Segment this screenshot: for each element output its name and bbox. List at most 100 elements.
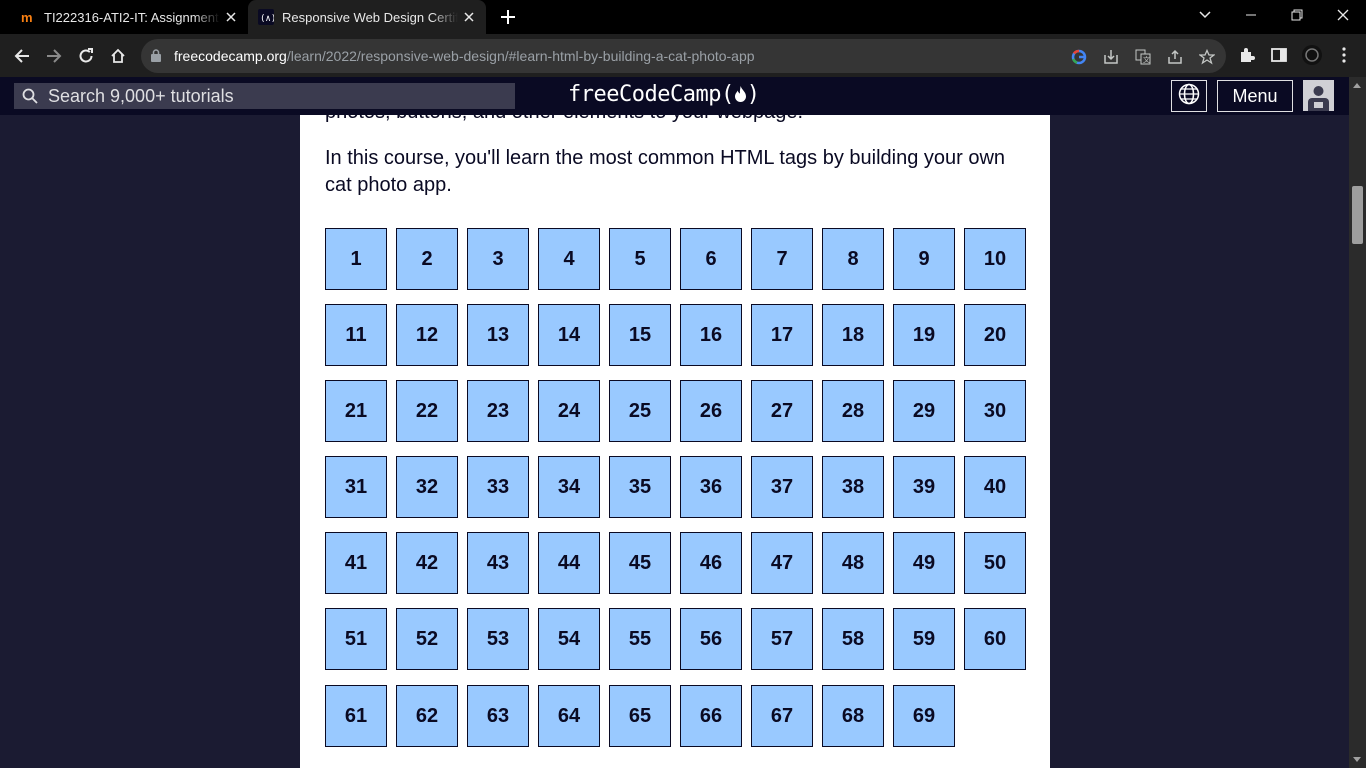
step-button[interactable]: 14 [538,304,600,366]
step-button[interactable]: 65 [609,685,671,747]
browser-menu-icon[interactable] [1332,43,1356,67]
search-bar[interactable]: Search 9,000+ tutorials [14,83,515,109]
step-button[interactable]: 6 [680,228,742,290]
step-button[interactable]: 31 [325,456,387,518]
bookmark-star-icon[interactable] [1197,47,1217,67]
step-button[interactable]: 61 [325,685,387,747]
step-button[interactable]: 22 [396,380,458,442]
step-button[interactable]: 11 [325,304,387,366]
step-button[interactable]: 8 [822,228,884,290]
step-button[interactable]: 33 [467,456,529,518]
step-button[interactable]: 29 [893,380,955,442]
step-button[interactable]: 49 [893,532,955,594]
extensions-puzzle-icon[interactable] [1235,43,1259,67]
step-button[interactable]: 28 [822,380,884,442]
step-button[interactable]: 54 [538,608,600,670]
vertical-scrollbar[interactable] [1349,77,1366,768]
step-button[interactable]: 48 [822,532,884,594]
step-button[interactable]: 64 [538,685,600,747]
step-button[interactable]: 58 [822,608,884,670]
freecodecamp-logo[interactable]: freeCodeCamp() [568,82,760,107]
install-app-icon[interactable] [1101,47,1121,67]
search-input[interactable]: Search 9,000+ tutorials [48,86,234,107]
step-button[interactable]: 41 [325,532,387,594]
step-button[interactable]: 40 [964,456,1026,518]
step-button[interactable]: 37 [751,456,813,518]
close-window-button[interactable] [1320,0,1366,30]
step-button[interactable]: 5 [609,228,671,290]
step-button[interactable]: 18 [822,304,884,366]
translate-icon[interactable]: 文 [1133,47,1153,67]
step-button[interactable]: 17 [751,304,813,366]
step-button[interactable]: 16 [680,304,742,366]
step-button[interactable]: 36 [680,456,742,518]
step-button[interactable]: 45 [609,532,671,594]
side-panel-icon[interactable] [1267,43,1291,67]
step-button[interactable]: 56 [680,608,742,670]
reload-icon[interactable] [72,42,100,70]
browser-tab-fcc[interactable]: (∧) Responsive Web Design Certificati [248,0,486,34]
step-button[interactable]: 7 [751,228,813,290]
step-button[interactable]: 21 [325,380,387,442]
step-button[interactable]: 62 [396,685,458,747]
step-button[interactable]: 68 [822,685,884,747]
step-button[interactable]: 34 [538,456,600,518]
forward-arrow-icon[interactable] [40,42,68,70]
step-button[interactable]: 26 [680,380,742,442]
step-button[interactable]: 53 [467,608,529,670]
step-button[interactable]: 4 [538,228,600,290]
step-button[interactable]: 47 [751,532,813,594]
step-button[interactable]: 1 [325,228,387,290]
step-button[interactable]: 57 [751,608,813,670]
step-button[interactable]: 38 [822,456,884,518]
scroll-down-arrow-icon[interactable] [1353,757,1361,762]
step-button[interactable]: 24 [538,380,600,442]
step-button[interactable]: 55 [609,608,671,670]
close-tab-icon[interactable] [458,6,480,28]
step-button[interactable]: 9 [893,228,955,290]
step-button[interactable]: 13 [467,304,529,366]
step-button[interactable]: 10 [964,228,1026,290]
step-button[interactable]: 12 [396,304,458,366]
step-button[interactable]: 35 [609,456,671,518]
lock-icon[interactable] [151,49,161,67]
profile-icon[interactable] [1300,43,1324,67]
scrollbar-thumb[interactable] [1352,186,1363,244]
minimize-window-button[interactable] [1228,0,1274,30]
new-tab-button[interactable] [496,5,520,29]
step-button[interactable]: 30 [964,380,1026,442]
menu-button[interactable]: Menu [1217,80,1293,112]
step-button[interactable]: 46 [680,532,742,594]
step-button[interactable]: 51 [325,608,387,670]
restore-window-button[interactable] [1274,0,1320,30]
language-button[interactable] [1171,80,1207,112]
step-button[interactable]: 59 [893,608,955,670]
step-button[interactable]: 50 [964,532,1026,594]
scroll-up-arrow-icon[interactable] [1353,83,1361,88]
avatar[interactable] [1303,80,1334,111]
step-button[interactable]: 69 [893,685,955,747]
step-button[interactable]: 23 [467,380,529,442]
step-button[interactable]: 42 [396,532,458,594]
step-button[interactable]: 32 [396,456,458,518]
step-button[interactable]: 60 [964,608,1026,670]
step-button[interactable]: 19 [893,304,955,366]
address-bar[interactable]: freecodecamp.org/learn/2022/responsive-w… [141,39,1226,73]
close-tab-icon[interactable] [220,6,242,28]
back-arrow-icon[interactable] [8,42,36,70]
step-button[interactable]: 2 [396,228,458,290]
step-button[interactable]: 39 [893,456,955,518]
step-button[interactable]: 27 [751,380,813,442]
share-icon[interactable] [1165,47,1185,67]
step-button[interactable]: 52 [396,608,458,670]
step-button[interactable]: 63 [467,685,529,747]
step-button[interactable]: 44 [538,532,600,594]
browser-tab-assignment[interactable]: m TI222316-ATI2-IT: Assignment 2 - [10,0,248,34]
google-icon[interactable] [1069,47,1089,67]
step-button[interactable]: 43 [467,532,529,594]
step-button[interactable]: 66 [680,685,742,747]
step-button[interactable]: 67 [751,685,813,747]
step-button[interactable]: 15 [609,304,671,366]
step-button[interactable]: 20 [964,304,1026,366]
step-button[interactable]: 3 [467,228,529,290]
